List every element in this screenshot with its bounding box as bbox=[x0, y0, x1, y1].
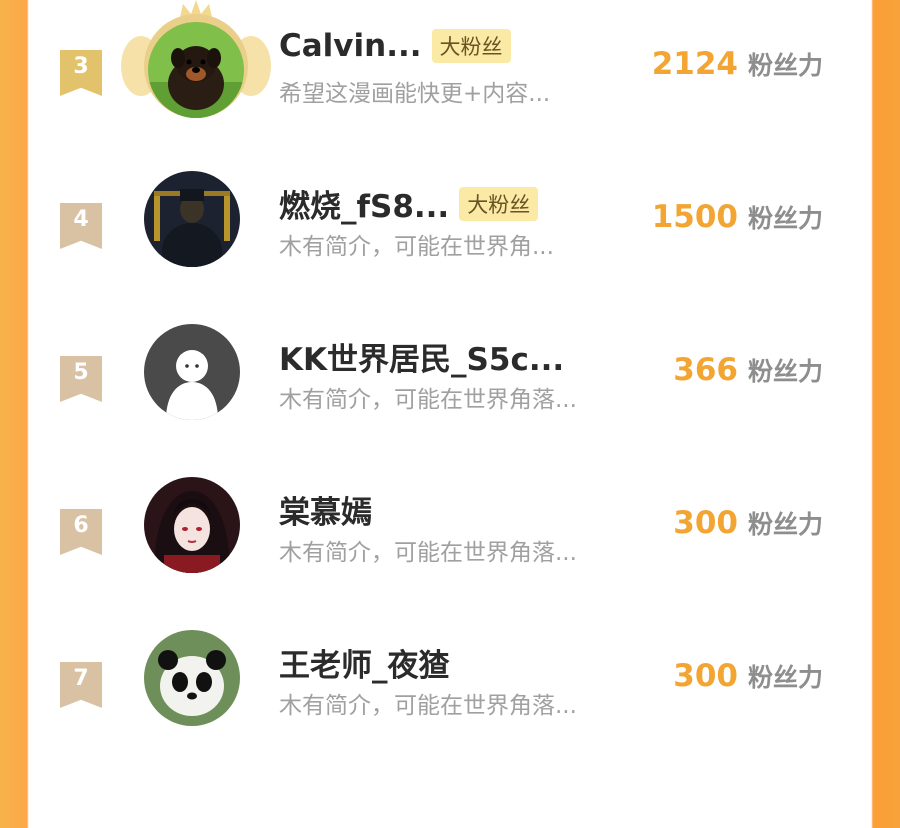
fan-power: 2124 粉丝力 bbox=[652, 46, 823, 82]
fan-power-unit: 粉丝力 bbox=[747, 51, 823, 80]
rank-ribbon: 7 bbox=[60, 662, 102, 708]
dark-portrait-avatar-icon bbox=[144, 171, 240, 267]
rank-number: 6 bbox=[73, 513, 89, 538]
avatar[interactable] bbox=[148, 22, 244, 118]
fan-power-unit: 粉丝力 bbox=[747, 510, 823, 539]
user-name[interactable]: 棠慕嫣 bbox=[279, 487, 372, 532]
anime-girl-avatar-icon bbox=[144, 477, 240, 573]
avatar[interactable] bbox=[144, 477, 240, 573]
fan-power-unit: 粉丝力 bbox=[747, 204, 823, 233]
user-name[interactable]: 王老师_夜猹 bbox=[279, 640, 450, 685]
fan-power-value: 2124 bbox=[651, 46, 738, 82]
user-bio: 木有简介，可能在世界角... bbox=[279, 234, 554, 260]
fan-power: 366 粉丝力 bbox=[673, 352, 823, 388]
rank-ribbon: 6 bbox=[60, 509, 102, 555]
fan-power-unit: 粉丝力 bbox=[747, 663, 823, 692]
avatar[interactable] bbox=[144, 630, 240, 726]
panda-avatar-icon bbox=[144, 630, 240, 726]
rank-number: 7 bbox=[73, 666, 89, 691]
user-name[interactable]: KK世界居民_S5c... bbox=[279, 334, 564, 379]
fan-power-value: 1500 bbox=[651, 199, 738, 235]
fan-rank-row-7[interactable]: 7 王老师_夜猹 木有简介，可能在世界角落... 300 粉丝力 bbox=[29, 630, 871, 828]
fan-power-value: 300 bbox=[673, 505, 738, 541]
user-bio: 木有简介，可能在世界角落... bbox=[279, 387, 577, 413]
user-bio: 木有简介，可能在世界角落... bbox=[279, 540, 577, 566]
fan-power: 300 粉丝力 bbox=[673, 658, 823, 694]
avatar[interactable] bbox=[144, 171, 240, 267]
user-name[interactable]: 燃烧_fS8... bbox=[279, 181, 449, 226]
rank-ribbon: 3 bbox=[60, 50, 102, 96]
rank-ribbon: 4 bbox=[60, 203, 102, 249]
fan-power-value: 366 bbox=[673, 352, 738, 388]
user-bio: 希望这漫画能快更+内容... bbox=[279, 81, 551, 107]
fan-power: 1500 粉丝力 bbox=[652, 199, 823, 235]
rottweiler-avatar-icon bbox=[148, 22, 244, 118]
user-bio: 木有简介，可能在世界角落... bbox=[279, 693, 577, 719]
fan-power-value: 300 bbox=[673, 658, 738, 694]
fan-level-badge: 大粉丝 bbox=[459, 186, 539, 221]
default-ghost-avatar-icon bbox=[144, 324, 240, 420]
user-name[interactable]: Calvin... bbox=[279, 28, 422, 64]
rank-number: 4 bbox=[73, 207, 89, 232]
rank-ribbon: 5 bbox=[60, 356, 102, 402]
fan-power-unit: 粉丝力 bbox=[747, 357, 823, 386]
avatar[interactable] bbox=[144, 324, 240, 420]
rank-number: 5 bbox=[73, 360, 89, 385]
fan-ranking-panel: 3 Calvin... 大粉丝 希望这漫画能快更+内容... 2124 粉丝力 … bbox=[29, 0, 871, 726]
fan-power: 300 粉丝力 bbox=[673, 505, 823, 541]
fan-level-badge: 大粉丝 bbox=[431, 29, 511, 63]
rank-number: 3 bbox=[73, 54, 89, 79]
